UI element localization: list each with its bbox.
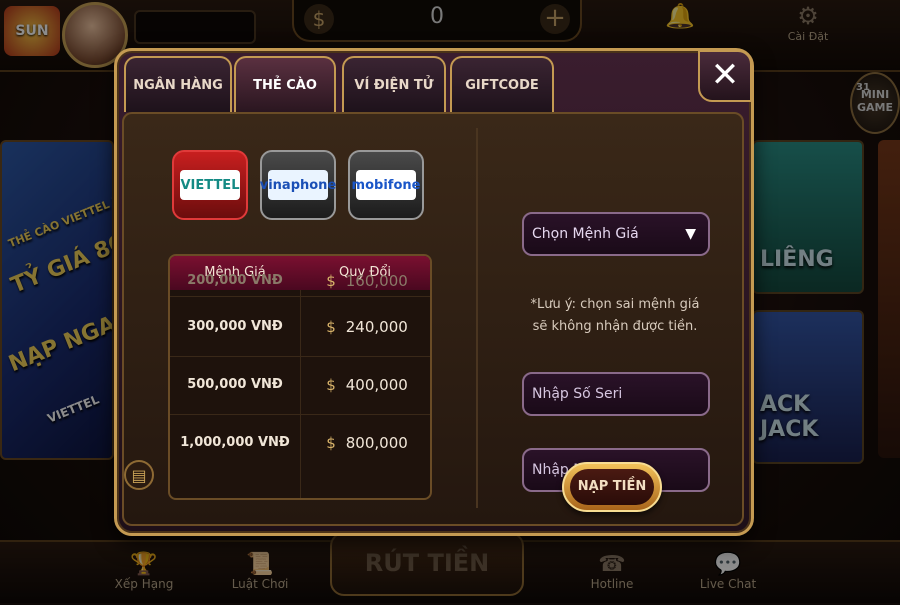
panel-divider [476, 128, 478, 508]
dollar-icon: $ [326, 376, 336, 394]
denomination-select-label: Chọn Mệnh Giá [532, 226, 639, 242]
viettel-logo: VIETTEL [180, 170, 240, 200]
table-toggle-icon[interactable]: ▤ [124, 460, 154, 490]
table-row: 200,000 VNĐ $160,000 [170, 262, 430, 297]
tab-bank[interactable]: NGÂN HÀNG [124, 56, 232, 112]
tab-giftcode[interactable]: GIFTCODE [450, 56, 554, 112]
row-receive: $160,000 [302, 264, 430, 296]
close-icon: ✕ [710, 55, 740, 95]
row-card-value: 200,000 VNĐ [187, 273, 283, 288]
table-row: 300,000 VNĐ $240,000 [170, 298, 430, 357]
table-row: 500,000 VNĐ $400,000 [170, 356, 430, 415]
vinaphone-logo: vinaphone [260, 170, 336, 200]
row-receive: $240,000 [302, 298, 430, 356]
row-receive-value: 160,000 [345, 272, 408, 290]
serial-input[interactable] [522, 372, 710, 416]
row-receive: $800,000 [302, 414, 430, 472]
close-button[interactable]: ✕ [698, 50, 752, 102]
row-card-value: 1,000,000 VNĐ [180, 435, 290, 450]
dollar-icon: $ [326, 434, 336, 452]
deposit-button[interactable]: NẠP TIỀN [562, 462, 662, 512]
carrier-viettel[interactable]: VIETTEL [172, 150, 248, 220]
dropdown-arrow-icon: ▼ [685, 226, 696, 242]
tab-card[interactable]: THẺ CÀO [234, 56, 336, 112]
denomination-select[interactable]: Chọn Mệnh Giá ▼ [522, 212, 710, 256]
row-receive-value: 240,000 [345, 318, 408, 336]
row-receive-value: 800,000 [345, 434, 408, 452]
dollar-icon: $ [326, 318, 336, 336]
deposit-button-label: NẠP TIỀN [570, 469, 654, 505]
warning-note: *Lưu ý: chọn sai mệnh giá sẽ không nhận … [500, 294, 730, 338]
note-line: *Lưu ý: chọn sai mệnh giá [530, 297, 700, 312]
carrier-vinaphone[interactable]: vinaphone [260, 150, 336, 220]
row-receive: $400,000 [302, 356, 430, 414]
card-panel: VIETTEL vinaphone mobifone Mệnh Giá Quy … [122, 112, 744, 526]
rate-table[interactable]: Mệnh Giá Quy Đổi 200,000 VNĐ $160,000 30… [168, 254, 432, 500]
row-card-value: 500,000 VNĐ [187, 377, 283, 392]
deposit-dialog: NGÂN HÀNG THẺ CÀO VÍ ĐIỆN TỬ GIFTCODE ✕ … [114, 48, 754, 536]
row-receive-value: 400,000 [345, 376, 408, 394]
tab-ewallet[interactable]: VÍ ĐIỆN TỬ [342, 56, 446, 112]
carrier-mobifone[interactable]: mobifone [348, 150, 424, 220]
mobifone-logo: mobifone [352, 170, 420, 200]
note-line: sẽ không nhận được tiền. [532, 319, 698, 334]
table-row: 1,000,000 VNĐ $800,000 [170, 414, 430, 472]
row-card-value: 300,000 VNĐ [187, 319, 283, 334]
dollar-icon: $ [326, 272, 336, 290]
